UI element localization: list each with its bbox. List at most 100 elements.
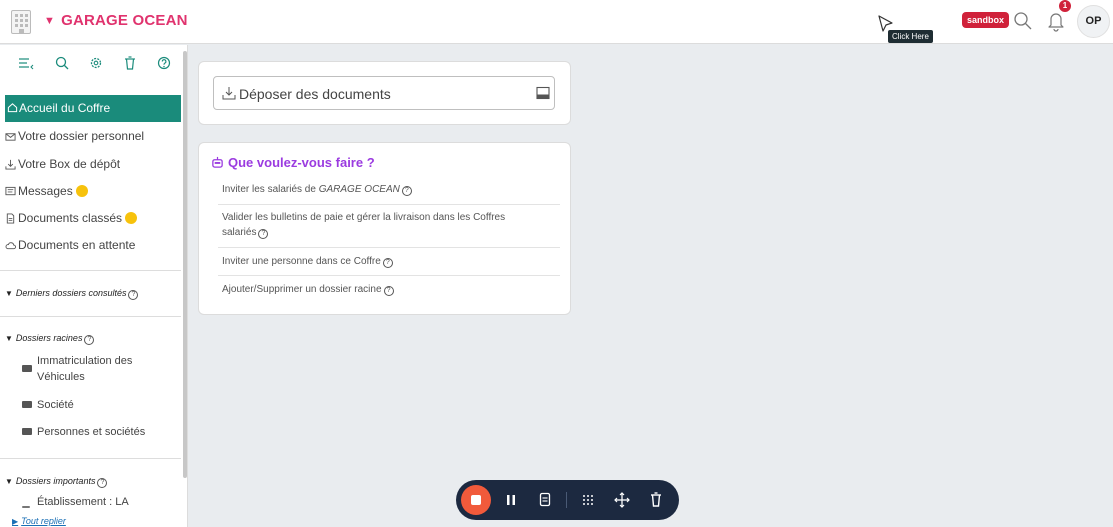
cloud-icon [5,242,16,250]
action-invite-person[interactable]: Inviter une personne dans ce Coffre? [222,254,393,269]
folder-icon [22,365,32,372]
sidebar-item-pending-documents[interactable]: Documents en attente [5,236,135,254]
collapse-menu-icon[interactable] [18,55,34,71]
message-icon [5,186,16,196]
drop-documents-label: Déposer des documents [239,86,391,102]
status-dot [125,212,138,224]
sidebar-item-personal-folder[interactable]: Votre dossier personnel [5,127,144,145]
action-label: salariés [222,227,257,238]
company-switcher[interactable]: ▼ GARAGE OCEAN [44,12,188,29]
help-icon[interactable]: ? [258,229,269,239]
divider [218,275,560,276]
trash-icon[interactable] [649,490,663,510]
sandbox-badge: sandbox [962,12,1010,28]
sidebar-scrollbar[interactable] [182,45,187,527]
action-label: Inviter une personne dans ce Coffre [222,256,381,267]
move-icon[interactable] [614,490,630,510]
help-icon[interactable]: ? [383,286,394,296]
stop-icon [471,495,481,505]
sidebar: Accueil du Coffre Votre dossier personne… [0,45,188,527]
document-icon [6,213,15,224]
stop-recording-button[interactable] [461,485,491,515]
caret-right-icon: ▶ [12,517,19,526]
caret-down-icon: ▼ [5,334,13,343]
search-icon[interactable] [54,55,70,71]
section-title: Dossiers racines [15,333,83,343]
action-validate-payslips[interactable]: Valider les bulletins de paie et gérer l… [222,210,552,240]
building-logo-icon[interactable] [11,10,31,34]
avatar[interactable]: OP [1077,5,1110,38]
collapse-all-link[interactable]: ▶ Tout replier [12,516,66,526]
help-icon[interactable]: ? [382,258,393,268]
folder-icon [22,428,32,435]
sidebar-item-label: Documents en attente [18,238,136,252]
section-important-folders[interactable]: ▼ Dossiers importants? [5,476,108,488]
folder-icon [22,401,32,408]
help-icon[interactable]: ? [401,186,412,196]
status-dot [75,185,88,197]
company-name: GARAGE OCEAN [61,12,188,29]
section-title: Dossiers importants [15,476,96,486]
sidebar-item-classified-documents[interactable]: Documents classés [5,209,138,227]
sidebar-item-label: Messages [18,184,73,198]
notification-count-badge: 1 [1059,0,1071,12]
quick-actions-title: Que voulez-vous faire ? [211,155,375,170]
robot-icon [212,156,223,168]
help-icon[interactable]: ? [128,290,139,300]
folder-icon [22,506,30,508]
top-header: ▼ GARAGE OCEAN Click Here sandbox 1 OP [0,0,1113,44]
trash-icon[interactable] [122,55,138,71]
search-icon[interactable] [1013,11,1033,31]
gear-icon[interactable] [88,55,104,71]
action-label: Inviter les salariés de [222,184,319,195]
envelope-icon [5,133,16,141]
divider [566,492,567,508]
help-icon[interactable] [156,55,172,71]
link-label: Tout replier [21,516,66,526]
notes-icon[interactable] [538,490,552,510]
sidebar-toolbar [0,55,180,75]
recorder-toolbar [456,480,679,520]
scrollbar-thumb[interactable] [183,51,187,478]
pause-icon[interactable] [504,490,518,510]
divider [0,270,181,271]
sidebar-item-label: Votre Box de dépôt [18,157,121,171]
section-root-folders[interactable]: ▼ Dossiers racines? [5,333,95,345]
folder-label: Société [37,399,74,411]
section-title: Derniers dossiers consultés [15,288,127,298]
drop-documents-card: Déposer des documents [198,61,571,125]
sidebar-item-label: Documents classés [18,211,123,225]
caret-down-icon: ▼ [5,477,13,486]
download-icon [5,159,16,170]
action-label: Ajouter/Supprimer un dossier racine [222,284,382,295]
caret-down-icon: ▼ [5,289,13,298]
folder-label: Véhicules [37,371,85,383]
home-icon [7,103,18,113]
click-here-tooltip: Click Here [888,30,933,43]
quick-actions-card: Que voulez-vous faire ? Inviter les sala… [198,142,571,315]
folder-label: Établissement : LA [37,496,129,508]
sidebar-item-messages[interactable]: Messages [5,182,88,200]
bell-icon[interactable] [1047,10,1065,32]
help-icon[interactable]: ? [97,478,108,488]
drop-documents-button[interactable]: Déposer des documents [213,76,555,110]
divider [218,247,560,248]
tray-icon [536,86,550,100]
caret-down-icon: ▼ [44,15,56,27]
sidebar-item-drop-box[interactable]: Votre Box de dépôt [5,155,120,173]
divider [218,204,560,205]
folder-label: Immatriculation des [37,355,133,367]
sidebar-item-label: Accueil du Coffre [19,101,111,115]
grid-dots-icon[interactable] [580,490,596,510]
action-label: Valider les bulletins de paie et gérer l… [222,212,506,223]
sidebar-item-home[interactable]: Accueil du Coffre [5,95,181,122]
company-name-inline: GARAGE OCEAN [318,184,400,195]
divider [0,316,181,317]
action-invite-employees[interactable]: Inviter les salariés de GARAGE OCEAN? [222,182,412,197]
help-icon[interactable]: ? [84,335,95,345]
action-manage-root-folder[interactable]: Ajouter/Supprimer un dossier racine? [222,282,394,297]
folder-label: Personnes et sociétés [37,426,146,438]
sidebar-item-label: Votre dossier personnel [18,129,145,143]
section-recent-folders[interactable]: ▼ Derniers dossiers consultés? [5,288,139,300]
quick-actions-title-text: Que voulez-vous faire ? [228,155,375,170]
